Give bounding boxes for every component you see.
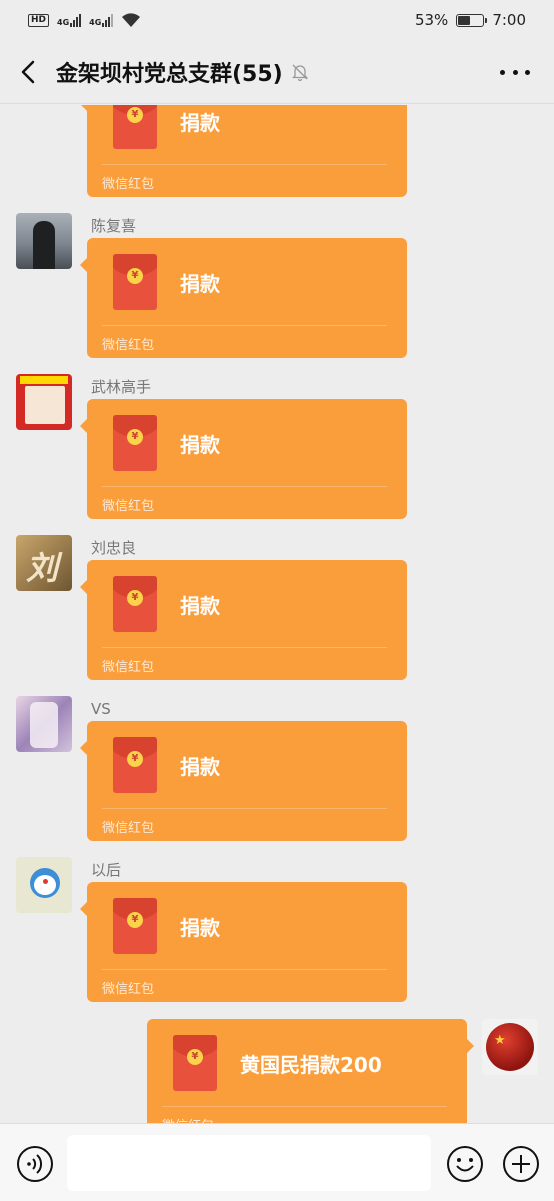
message-item: 武林高手 ¥ 捐款 微信红包 [0,374,554,526]
voice-icon [17,1146,53,1182]
signal-icon-2: 4G [89,13,114,27]
status-left: HD 4G 4G [28,12,141,28]
red-packet-title: 捐款 [180,916,220,940]
red-packet-bubble[interactable]: ¥ 捐款 微信红包 [80,721,407,841]
avatar[interactable]: 刘 [16,535,72,591]
red-packet-title: 捐款 [180,594,220,618]
red-packet-title: 捐款 [180,755,220,779]
message-item: 刘 刘忠良 ¥ 捐款 微信红包 [0,535,554,687]
status-right: 53% 7:00 [415,11,526,29]
red-packet-bubble[interactable]: ¥ 黄国民捐款200 微信红包 [147,1019,474,1123]
message-item: VS ¥ 捐款 微信红包 [0,696,554,848]
avatar[interactable] [16,213,72,269]
back-button[interactable] [0,40,56,104]
red-packet-title: 捐款 [180,111,220,135]
red-packet-title: 捐款 [180,433,220,457]
avatar[interactable] [16,857,72,913]
message-item: ¥ 捐款 微信红包 [0,105,554,197]
sender-name: 武林高手 [91,378,152,396]
red-packet-label: 微信红包 [102,660,155,675]
red-packet-icon: ¥ [113,105,157,149]
wifi-icon [121,12,141,28]
input-bar [0,1123,554,1201]
red-packet-bubble[interactable]: ¥ 捐款 微信红包 [80,560,407,680]
message-item: 以后 ¥ 捐款 微信红包 [0,857,554,1009]
red-packet-icon: ¥ [113,737,157,793]
more-button[interactable] [500,58,530,86]
sender-name: 陈复喜 [91,217,137,235]
chat-title: 金架坝村党总支群(55) [56,61,283,87]
red-packet-bubble[interactable]: ¥ 捐款 微信红包 [80,399,407,519]
message-item: 陈复喜 ¥ 捐款 微信红包 [0,213,554,365]
plus-icon [503,1146,539,1182]
red-packet-label: 微信红包 [102,499,155,514]
hd-icon: HD [28,13,50,27]
red-packet-label: 微信红包 [102,338,155,353]
avatar[interactable]: ★ [482,1019,538,1075]
battery-icon [456,13,488,27]
clock: 7:00 [492,11,526,29]
avatar[interactable] [16,696,72,752]
signal-icon: 4G [57,13,82,27]
red-packet-bubble[interactable]: ¥ 捐款 微信红包 [80,105,407,197]
emoji-button[interactable] [446,1145,484,1187]
red-packet-icon: ¥ [113,576,157,632]
sender-name: VS [91,700,111,718]
plus-button[interactable] [502,1145,540,1187]
red-packet-title: 黄国民捐款200 [240,1053,382,1077]
battery-percent: 53% [414,11,449,29]
sender-name: 以后 [91,861,122,879]
red-packet-icon: ¥ [113,254,157,310]
status-bar: HD 4G 4G 53% 7:00 [0,0,554,40]
title-bar: 金架坝村党总支群(55) [0,40,554,104]
red-packet-title: 捐款 [180,272,220,296]
red-packet-icon: ¥ [113,898,157,954]
avatar[interactable] [16,374,72,430]
red-packet-icon: ¥ [173,1035,217,1091]
red-packet-label: 微信红包 [162,1115,214,1123]
red-packet-label: 微信红包 [102,177,155,192]
emoji-icon [447,1146,483,1182]
sender-name: 刘忠良 [91,539,137,557]
red-packet-bubble[interactable]: ¥ 捐款 微信红包 [80,238,407,358]
red-packet-icon: ¥ [113,415,157,471]
bell-off-icon [291,63,309,81]
red-packet-bubble[interactable]: ¥ 捐款 微信红包 [80,882,407,1002]
chat-area[interactable]: ¥ 捐款 微信红包 陈复喜 ¥ 捐款 微信红包 武林高手 ¥ 捐款 微信红包 刘… [0,105,554,1123]
red-packet-label: 微信红包 [102,821,155,836]
chevron-left-icon [21,60,35,83]
voice-button[interactable] [16,1145,54,1187]
message-input[interactable] [67,1135,431,1191]
red-packet-label: 微信红包 [102,982,155,997]
message-item-self: ★ ¥ 黄国民捐款200 微信红包 [0,1019,554,1123]
more-dots-icon [500,69,505,75]
